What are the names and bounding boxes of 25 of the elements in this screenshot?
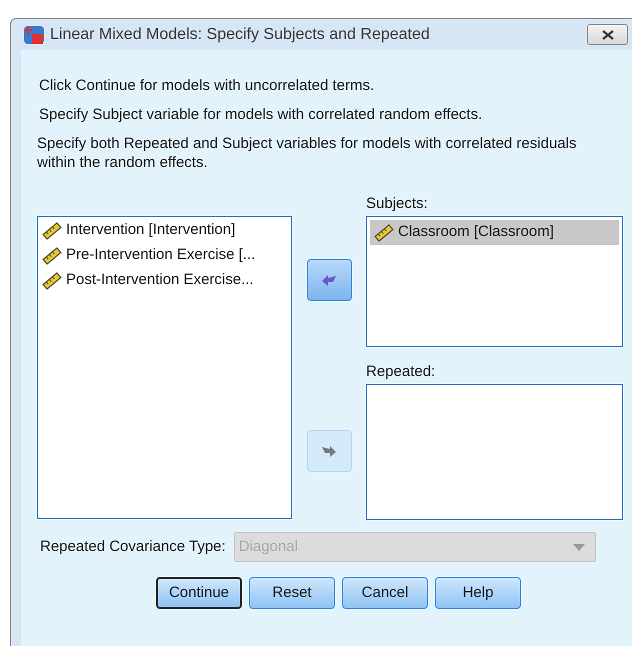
- repeated-label: Repeated:: [366, 362, 436, 382]
- covariance-label: Repeated Covariance Type:: [40, 536, 226, 557]
- app-icon: [23, 24, 45, 46]
- dialog-button[interactable]: Cancel: [342, 577, 428, 609]
- window-title: Linear Mixed Models: Specify Subjects and Repeated: [50, 24, 430, 44]
- list-item[interactable]: Pre-Intervention Exercise [...: [38, 243, 291, 268]
- list-item[interactable]: Intervention [Intervention]: [38, 218, 291, 243]
- dialog-button[interactable]: Help: [435, 577, 521, 609]
- subjects-list[interactable]: Classroom [Classroom]: [366, 216, 623, 347]
- list-item[interactable]: Classroom [Classroom]: [370, 220, 619, 245]
- list-item[interactable]: Post-Intervention Exercise...: [38, 268, 291, 293]
- close-button[interactable]: [587, 24, 628, 45]
- instruction-text: Click Continue for models with uncorrelated terms.: [38, 76, 376, 95]
- repeated-list[interactable]: [366, 384, 623, 520]
- dropdown-arrow-icon: [572, 544, 585, 550]
- dialog-button[interactable]: Reset: [249, 577, 335, 609]
- arrow-left-icon: [321, 273, 337, 287]
- dialog-button[interactable]: Continue: [156, 577, 242, 609]
- variable-list[interactable]: Intervention [Intervention] Pre-Intervention Exercise [... Post-Intervention Exercise...: [37, 216, 292, 519]
- instruction-text: Specify Subject variable for models with correlated random effects.: [38, 105, 484, 124]
- instruction-text: Specify both Repeated and Subject variables for models with correlated residuals within the random effects.: [37, 134, 578, 172]
- close-icon: [602, 30, 614, 40]
- subjects-label: Subjects:: [366, 194, 428, 214]
- arrow-right-icon: [321, 444, 337, 458]
- move-button[interactable]: [306, 259, 352, 301]
